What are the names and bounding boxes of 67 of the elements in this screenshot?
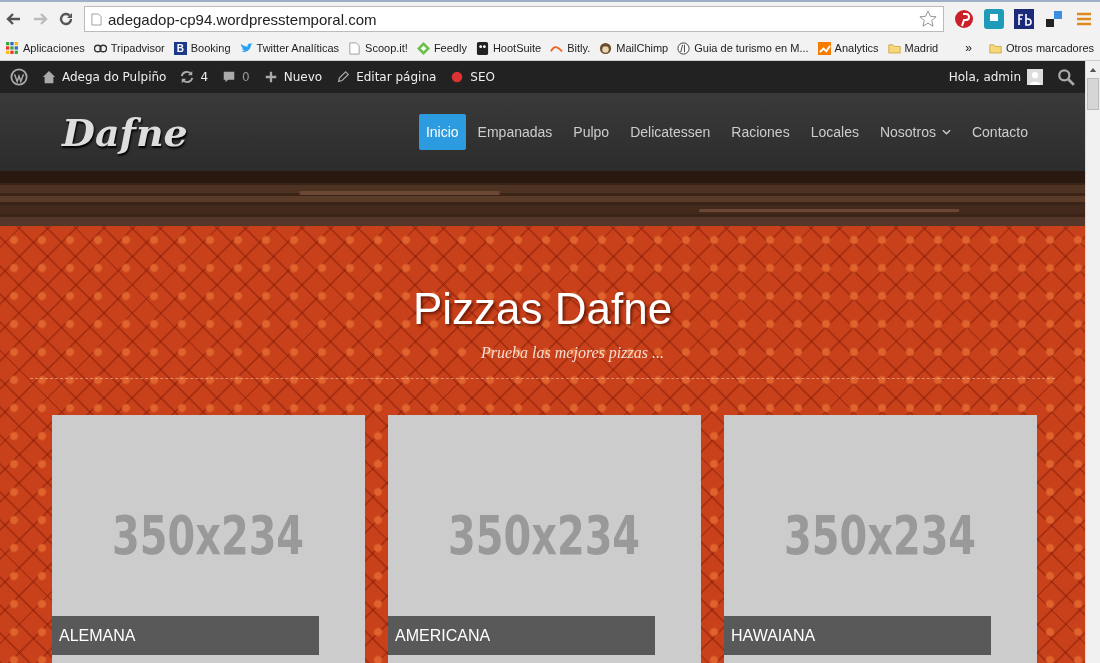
star-icon[interactable]: [919, 10, 937, 28]
diamond-icon: [416, 41, 430, 55]
bookmark-item[interactable]: Twitter Analíticas: [239, 41, 340, 55]
pizza-name: AMERICANA: [388, 616, 655, 655]
nav-link[interactable]: Contacto: [962, 114, 1037, 150]
updates-link[interactable]: 4: [180, 70, 209, 84]
bookmark-item[interactable]: Bitly.: [550, 41, 591, 55]
circle-icon: [677, 41, 691, 55]
address-bar[interactable]: adegadop-cp94.wordpresstemporal.com: [84, 6, 944, 32]
status-dot-icon: [450, 70, 465, 84]
nav-link[interactable]: Delicatessen: [621, 114, 720, 150]
bookmark-item[interactable]: Tripadvisor: [93, 41, 165, 55]
folder-icon: [887, 41, 901, 55]
chart-icon: [817, 41, 831, 55]
comment-icon: [222, 70, 237, 84]
pencil-icon: [336, 70, 351, 84]
pizza-name: HAWAIANA: [724, 616, 991, 655]
nav-link[interactable]: Pulpo: [564, 114, 619, 150]
account-link[interactable]: Hola, admin: [948, 69, 1043, 85]
grid-icon: [6, 41, 19, 55]
pin-icon[interactable]: [954, 9, 974, 29]
edit-page-link[interactable]: Editar página: [336, 70, 437, 84]
nav-link[interactable]: Raciones: [722, 114, 799, 150]
folder-icon: [988, 41, 1002, 55]
back-icon[interactable]: [6, 11, 22, 27]
site-logo[interactable]: Dafne: [62, 109, 188, 155]
bookmark-item[interactable]: MailChimp: [599, 41, 669, 55]
bookmark-item[interactable]: Scoop.it!: [348, 41, 408, 55]
pizza-name: ALEMANA: [52, 616, 319, 655]
bookmark-folder[interactable]: Otros marcadores: [988, 41, 1094, 55]
plus-icon: [263, 70, 278, 84]
bird-icon: [239, 41, 253, 55]
search-icon[interactable]: [1057, 68, 1075, 86]
monkey-icon: [599, 41, 613, 55]
comments-link[interactable]: 0: [222, 70, 250, 84]
hero-title: Pizzas Dafne: [412, 284, 673, 334]
new-link[interactable]: Nuevo: [263, 70, 323, 84]
bookmark-item[interactable]: Aplicaciones: [6, 41, 85, 55]
scroll-up-icon[interactable]: [1089, 67, 1097, 72]
nav-link[interactable]: Locales: [801, 114, 868, 150]
nav-link[interactable]: Empanadas: [468, 114, 562, 150]
page-icon: [91, 12, 102, 26]
bookmark-item[interactable]: Guia de turismo en M...: [677, 41, 809, 55]
bookmark-item[interactable]: Analytics: [817, 41, 879, 55]
bookmark-item[interactable]: Feedly: [416, 41, 467, 55]
nav-link[interactable]: Nosotros: [870, 114, 960, 150]
scroll-thumb[interactable]: [1087, 78, 1099, 110]
site-link[interactable]: Adega do Pulpiño: [42, 70, 167, 84]
wordpress-icon[interactable]: [10, 68, 28, 86]
scrollbar[interactable]: [1085, 61, 1100, 663]
bookmark-item[interactable]: HootSuite: [475, 41, 542, 55]
home-icon: [42, 70, 56, 84]
owl-icon: [475, 41, 489, 55]
url-text: adegadop-cp94.wordpresstemporal.com: [108, 10, 378, 28]
reload-icon[interactable]: [58, 11, 74, 27]
letter-icon: B: [173, 41, 187, 55]
hero-subtitle: Prueba las mejores pizzas ...: [481, 344, 664, 362]
bookmark-item[interactable]: Madrid: [887, 41, 939, 55]
overflow-chevron[interactable]: »: [957, 41, 980, 55]
seo-link[interactable]: SEO: [450, 70, 495, 84]
squares-icon[interactable]: [1044, 9, 1064, 29]
flag-icon[interactable]: [984, 9, 1004, 29]
bookmark-item[interactable]: B Booking: [173, 41, 231, 55]
avatar-icon: [1027, 69, 1043, 85]
square-icon[interactable]: [1014, 9, 1034, 29]
page-icon: [348, 41, 362, 55]
refresh-icon: [180, 70, 195, 84]
